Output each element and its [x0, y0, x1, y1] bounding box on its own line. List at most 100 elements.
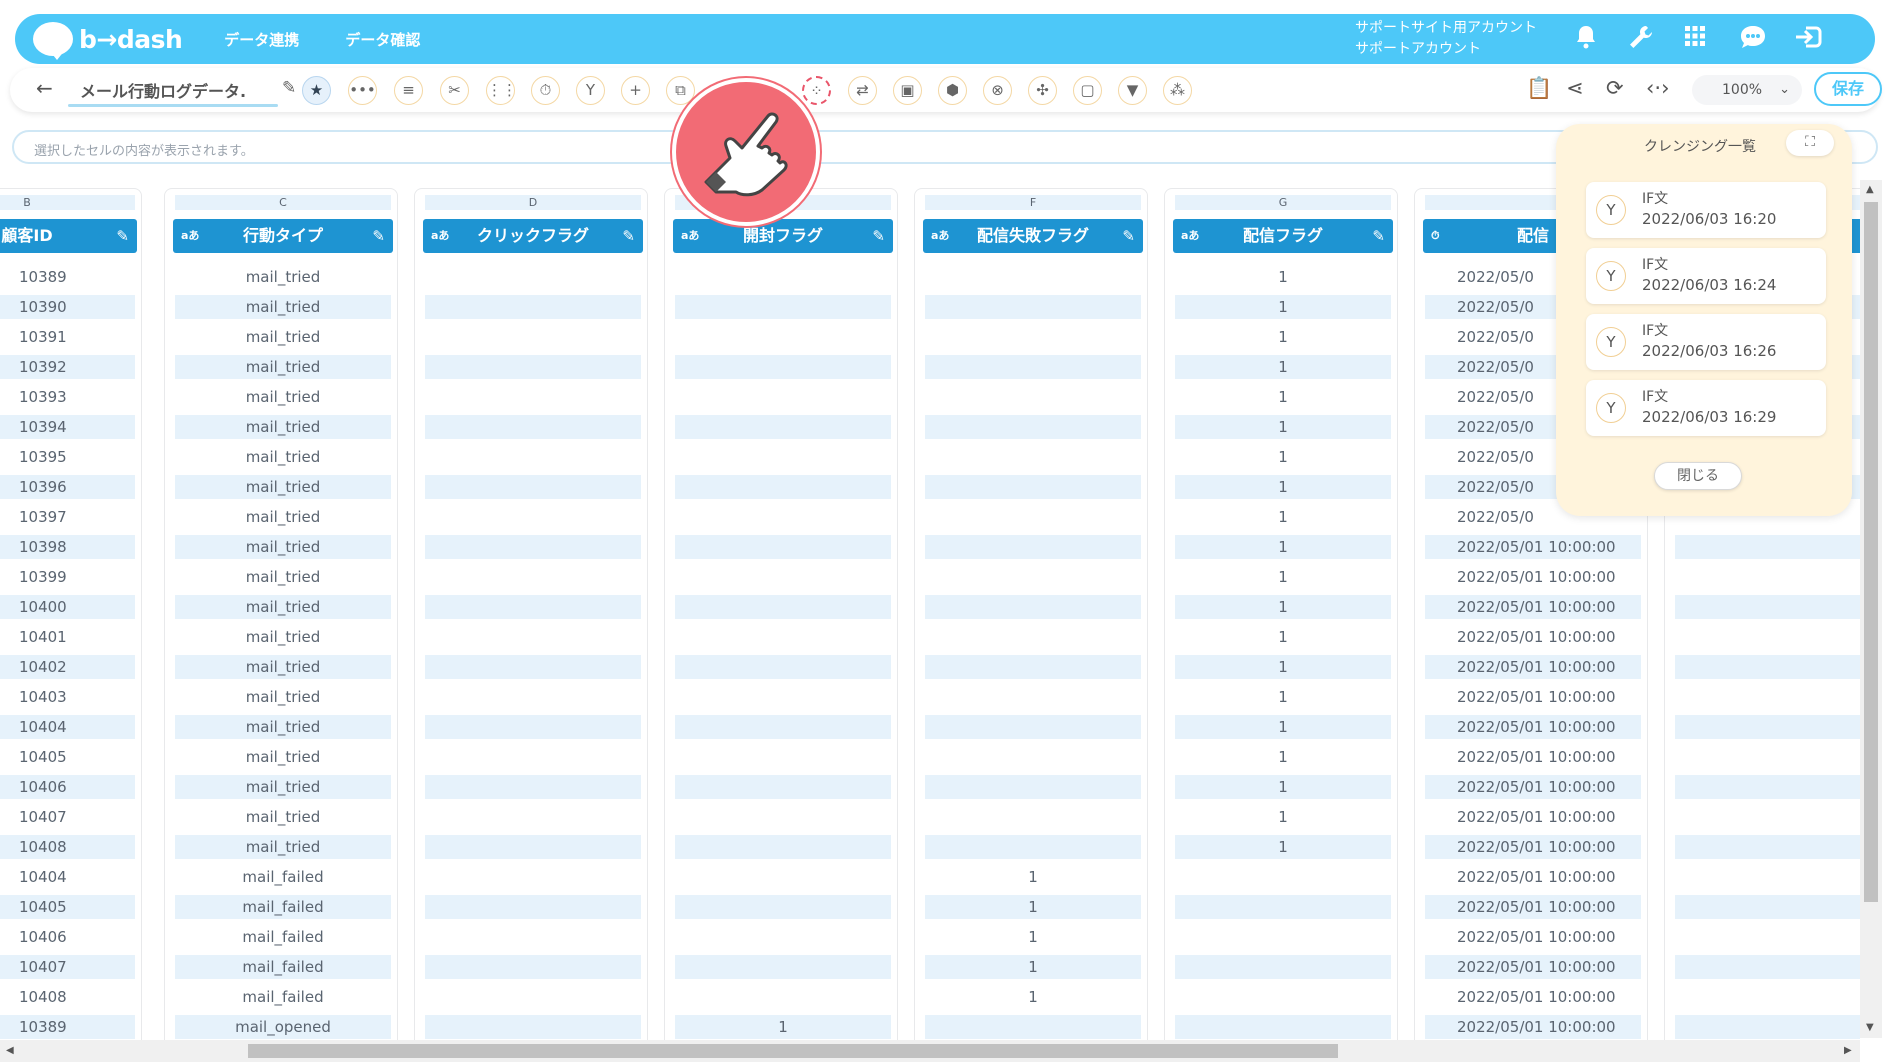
table-cell[interactable]: 2022/05/01 10:00:00: [1425, 805, 1641, 829]
table-cell[interactable]: 2022/05/01 10:00:00: [1425, 745, 1641, 769]
table-cell[interactable]: 10392: [0, 355, 135, 379]
table-cell[interactable]: [425, 415, 641, 439]
table-cell[interactable]: 2022/05/01 10:00:00: [1425, 865, 1641, 889]
table-cell[interactable]: [1675, 1015, 1860, 1039]
table-cell[interactable]: [925, 775, 1141, 799]
column-header[interactable]: aあ 配信フラグ ✎: [1173, 219, 1393, 253]
edit-column-icon[interactable]: ✎: [372, 219, 385, 253]
table-cell[interactable]: 10408: [0, 835, 135, 859]
table-cell[interactable]: [425, 775, 641, 799]
table-cell[interactable]: mail_failed: [175, 955, 391, 979]
table-cell[interactable]: [675, 295, 891, 319]
table-cell[interactable]: mail_failed: [175, 925, 391, 949]
table-cell[interactable]: 10407: [0, 805, 135, 829]
table-cell[interactable]: 1: [1175, 535, 1391, 559]
table-cell[interactable]: [925, 445, 1141, 469]
table-cell[interactable]: mail_tried: [175, 355, 391, 379]
share-icon[interactable]: ⋖: [1566, 76, 1584, 100]
table-cell[interactable]: 1: [1175, 685, 1391, 709]
star-icon[interactable]: ★: [302, 76, 331, 105]
table-cell[interactable]: 10406: [0, 925, 135, 949]
bell-icon[interactable]: [1570, 24, 1602, 54]
table-cell[interactable]: 10391: [0, 325, 135, 349]
table-cell[interactable]: mail_tried: [175, 775, 391, 799]
box-icon[interactable]: ▢: [1073, 76, 1102, 105]
back-arrow-icon[interactable]: ←: [36, 76, 53, 100]
table-cell[interactable]: [425, 955, 641, 979]
table-cell[interactable]: [1175, 865, 1391, 889]
table-cell[interactable]: 2022/05/01 10:00:00: [1425, 715, 1641, 739]
table-cell[interactable]: [925, 805, 1141, 829]
refresh-icon[interactable]: ⟳: [1606, 76, 1624, 100]
table-cell[interactable]: 10394: [0, 415, 135, 439]
table-cell[interactable]: [925, 475, 1141, 499]
table-cell[interactable]: mail_tried: [175, 805, 391, 829]
table-cell[interactable]: 10395: [0, 445, 135, 469]
column-letter[interactable]: F: [925, 195, 1141, 210]
vertical-scroll-thumb[interactable]: [1864, 202, 1878, 902]
table-cell[interactable]: 10403: [0, 685, 135, 709]
table-cell[interactable]: 1: [925, 985, 1141, 1009]
table-cell[interactable]: [675, 835, 891, 859]
table-cell[interactable]: [1675, 895, 1860, 919]
table-cell[interactable]: mail_tried: [175, 265, 391, 289]
table-cell[interactable]: 1: [1175, 805, 1391, 829]
table-cell[interactable]: [425, 985, 641, 1009]
drop-icon[interactable]: ⬢: [938, 76, 967, 105]
table-cell[interactable]: 10393: [0, 385, 135, 409]
table-cell[interactable]: 2022/05/01 10:00:00: [1425, 955, 1641, 979]
edit-title-icon[interactable]: ✎: [282, 78, 296, 98]
logo[interactable]: b→dash: [33, 22, 183, 60]
table-cell[interactable]: [675, 625, 891, 649]
edit-column-icon[interactable]: ✎: [1122, 219, 1135, 253]
table-cell[interactable]: [925, 535, 1141, 559]
table-cell[interactable]: 10398: [0, 535, 135, 559]
vertical-scrollbar[interactable]: ▲ ▼: [1860, 180, 1882, 1038]
table-cell[interactable]: [675, 445, 891, 469]
chat-icon[interactable]: [1737, 24, 1769, 54]
table-cell[interactable]: mail_failed: [175, 985, 391, 1009]
table-cell[interactable]: 10401: [0, 625, 135, 649]
table-cell[interactable]: [1675, 925, 1860, 949]
table-cell[interactable]: mail_failed: [175, 865, 391, 889]
edit-column-icon[interactable]: ✎: [872, 219, 885, 253]
table-cell[interactable]: mail_tried: [175, 445, 391, 469]
nav-data-check[interactable]: データ確認: [345, 29, 420, 50]
account-info[interactable]: サポートサイト用アカウント サポートアカウント: [1355, 18, 1537, 60]
table-cell[interactable]: [425, 685, 641, 709]
table-cell[interactable]: [675, 865, 891, 889]
table-cell[interactable]: [425, 535, 641, 559]
table-cell[interactable]: 10399: [0, 565, 135, 589]
column-header[interactable]: aあ クリックフラグ ✎: [423, 219, 643, 253]
table-cell[interactable]: [925, 415, 1141, 439]
table-cell[interactable]: [425, 385, 641, 409]
table-cell[interactable]: 2022/05/01 10:00:00: [1425, 835, 1641, 859]
table-cell[interactable]: 1: [1175, 475, 1391, 499]
table-cell[interactable]: 10404: [0, 715, 135, 739]
cancel-icon[interactable]: ⊗: [983, 76, 1012, 105]
table-cell[interactable]: [425, 445, 641, 469]
table-cell[interactable]: 2022/05/01 10:00:00: [1425, 535, 1641, 559]
table-cell[interactable]: [425, 505, 641, 529]
table-cell[interactable]: 2022/05/01 10:00:00: [1425, 775, 1641, 799]
aggregate-icon[interactable]: ⁂: [1163, 76, 1192, 105]
table-cell[interactable]: 10390: [0, 295, 135, 319]
table-cell[interactable]: [675, 925, 891, 949]
table-cell[interactable]: [1175, 1015, 1391, 1039]
table-cell[interactable]: 1: [1175, 775, 1391, 799]
table-cell[interactable]: 10402: [0, 655, 135, 679]
table-cell[interactable]: 2022/05/01 10:00:00: [1425, 985, 1641, 1009]
table-cell[interactable]: [675, 385, 891, 409]
table-cell[interactable]: 10404: [0, 865, 135, 889]
table-cell[interactable]: [925, 295, 1141, 319]
table-cell[interactable]: 10396: [0, 475, 135, 499]
table-cell[interactable]: 1: [1175, 265, 1391, 289]
zoom-select[interactable]: 100% ⌄: [1692, 75, 1802, 105]
table-cell[interactable]: [1675, 535, 1860, 559]
table-cell[interactable]: [675, 655, 891, 679]
table-cell[interactable]: [925, 835, 1141, 859]
table-cell[interactable]: [675, 265, 891, 289]
column-letter[interactable]: G: [1175, 195, 1391, 210]
table-cell[interactable]: [675, 505, 891, 529]
table-cell[interactable]: [1675, 835, 1860, 859]
